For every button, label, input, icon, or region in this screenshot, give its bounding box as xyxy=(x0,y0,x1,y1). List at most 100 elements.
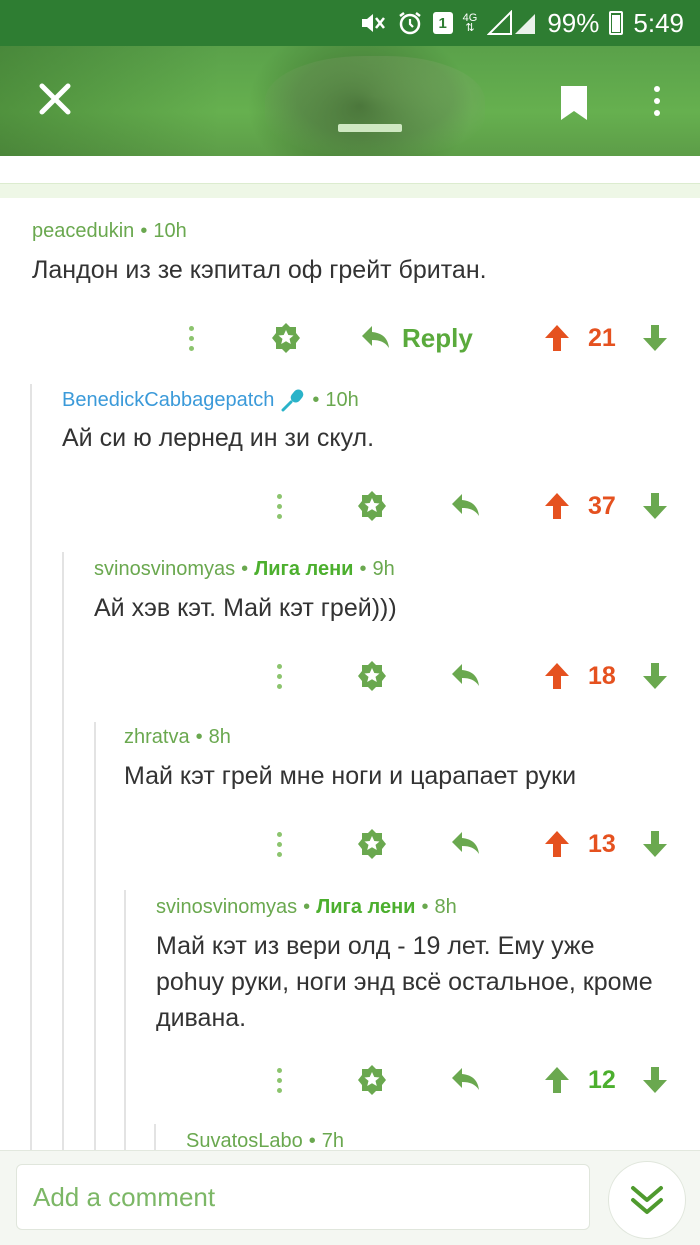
arrow-down-icon xyxy=(643,831,667,857)
arrow-up-icon xyxy=(545,493,569,519)
comment-author[interactable]: peacedukin xyxy=(32,220,134,243)
comment-meta: zhratva • 8h xyxy=(124,726,231,749)
reply-label: Reply xyxy=(402,322,473,353)
thread-line xyxy=(30,384,32,1150)
save-comment-button[interactable] xyxy=(352,1060,392,1100)
comment-meta: peacedukin • 10h xyxy=(32,220,187,243)
upvote-button[interactable] xyxy=(540,486,574,526)
save-comment-button[interactable] xyxy=(352,486,392,526)
comment-more-button[interactable] xyxy=(266,656,292,696)
comment-author[interactable]: svinosvinomyas xyxy=(156,896,297,919)
bookmark-button[interactable] xyxy=(554,78,594,128)
arrow-down-icon xyxy=(643,325,667,351)
comment-time: 9h xyxy=(372,558,395,580)
upvote-button[interactable] xyxy=(540,656,574,696)
thread-line xyxy=(94,722,96,1150)
vote-count: 18 xyxy=(588,661,616,690)
comment-time: 8h xyxy=(434,896,457,918)
vote-count: 37 xyxy=(588,491,616,520)
comment-composer-bar: Add a comment xyxy=(0,1150,700,1245)
vote-count: 13 xyxy=(588,829,616,858)
more-vert-icon xyxy=(276,1067,282,1093)
section-divider xyxy=(0,183,700,198)
reply-button[interactable] xyxy=(446,1060,486,1100)
upvote-button[interactable] xyxy=(540,824,574,864)
arrow-up-icon xyxy=(545,325,569,351)
comment-community[interactable]: Лига лени xyxy=(316,896,415,919)
arrow-up-icon xyxy=(545,831,569,857)
microphone-icon xyxy=(281,389,304,412)
downvote-button[interactable] xyxy=(638,1060,672,1100)
comment-text: Май кэт из вери олд - 19 лет. Ему уже po… xyxy=(156,932,653,1032)
thread-line xyxy=(154,1124,156,1150)
comment-author[interactable]: BenedickCabbagepatch xyxy=(62,389,274,412)
vote-count: 21 xyxy=(588,323,616,352)
comment-author[interactable]: zhratva xyxy=(124,726,190,749)
sim-badge: 1 xyxy=(432,12,453,34)
downvote-button[interactable] xyxy=(638,656,672,696)
battery-percent: 99% xyxy=(547,7,600,38)
badge-star-icon xyxy=(272,323,300,353)
comment-author[interactable]: svinosvinomyas xyxy=(94,558,235,581)
downvote-button[interactable] xyxy=(638,318,672,358)
save-comment-button[interactable] xyxy=(266,318,306,358)
reply-icon xyxy=(452,494,479,516)
downvote-button[interactable] xyxy=(638,824,672,864)
bookmark-icon xyxy=(561,86,587,120)
badge-star-icon xyxy=(358,661,386,691)
reply-icon xyxy=(452,1068,479,1090)
reply-icon xyxy=(362,326,389,348)
comment-meta: BenedickCabbagepatch • 10h xyxy=(62,388,359,412)
vote-count: 12 xyxy=(588,1065,616,1094)
next-comment-button[interactable] xyxy=(608,1161,686,1239)
comment-community[interactable]: Лига лени xyxy=(254,558,353,581)
reply-button[interactable] xyxy=(446,656,486,696)
mute-icon xyxy=(359,10,387,36)
more-vert-icon xyxy=(276,663,282,689)
comment-more-button[interactable] xyxy=(178,318,204,358)
more-options-button[interactable] xyxy=(640,76,674,126)
network-type: 4G ⇅ xyxy=(462,12,478,34)
more-vert-icon xyxy=(188,325,194,351)
post-header-image xyxy=(0,46,700,156)
reply-button[interactable]: Reply xyxy=(360,318,473,358)
badge-star-icon xyxy=(358,1065,386,1095)
thread-line xyxy=(124,890,126,1150)
badge-star-icon xyxy=(358,491,386,521)
comment-text: Май кэт грей мне ноги и царапает руки xyxy=(124,762,577,790)
double-chevron-down-icon xyxy=(631,1186,663,1214)
thread-line xyxy=(62,552,64,1150)
arrow-down-icon xyxy=(643,493,667,519)
comment-input[interactable]: Add a comment xyxy=(16,1164,590,1230)
status-bar: 1 4G ⇅ 99% 5:49 xyxy=(0,0,700,46)
save-comment-button[interactable] xyxy=(352,656,392,696)
close-icon xyxy=(39,83,71,115)
signal-icon xyxy=(487,10,537,36)
arrow-down-icon xyxy=(643,1067,667,1093)
more-vert-icon xyxy=(276,831,282,857)
downvote-button[interactable] xyxy=(638,486,672,526)
save-comment-button[interactable] xyxy=(352,824,392,864)
reply-button[interactable] xyxy=(446,824,486,864)
comment-text: Ландон из зе кэпитал оф грейт британ. xyxy=(32,256,487,284)
close-button[interactable] xyxy=(30,74,80,124)
arrow-up-icon xyxy=(545,663,569,689)
comment-more-button[interactable] xyxy=(266,486,292,526)
more-vert-icon xyxy=(654,86,660,116)
upvote-button[interactable] xyxy=(540,1060,574,1100)
alarm-icon xyxy=(397,10,423,36)
comment-text: Ай хэв кэт. Май кэт грей))) xyxy=(94,594,397,622)
reply-icon xyxy=(452,832,479,854)
comment-more-button[interactable] xyxy=(266,1060,292,1100)
arrow-down-icon xyxy=(643,663,667,689)
badge-star-icon xyxy=(358,829,386,859)
comment-meta: svinosvinomyas • Лига лени • 9h xyxy=(94,558,395,581)
upvote-button[interactable] xyxy=(540,318,574,358)
reply-icon xyxy=(452,664,479,686)
battery-icon xyxy=(609,11,624,35)
comment-meta: svinosvinomyas • Лига лени • 8h xyxy=(156,896,457,919)
arrow-up-icon xyxy=(545,1067,569,1093)
comment-time: 10h xyxy=(153,220,187,242)
comment-more-button[interactable] xyxy=(266,824,292,864)
reply-button[interactable] xyxy=(446,486,486,526)
